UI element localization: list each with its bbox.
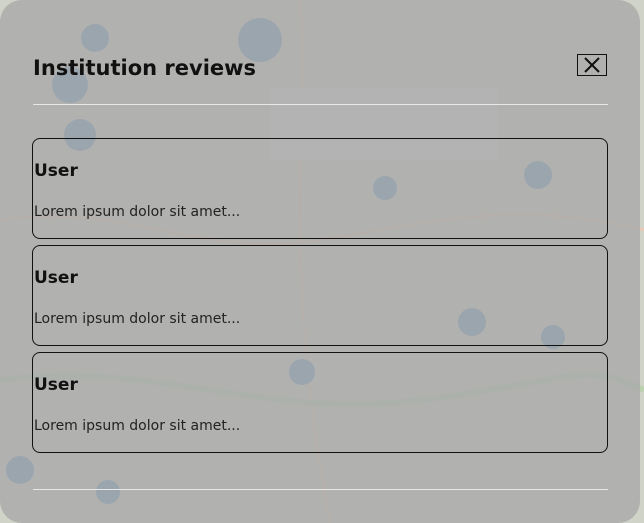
header-divider (33, 104, 608, 105)
close-x-icon (584, 57, 600, 73)
review-card: User Lorem ipsum dolor sit amet... (32, 245, 608, 346)
review-user: User (34, 161, 78, 181)
review-text: Lorem ipsum dolor sit amet... (34, 204, 241, 220)
review-card: User Lorem ipsum dolor sit amet... (32, 138, 608, 239)
review-user: User (34, 375, 78, 395)
close-button[interactable] (577, 54, 607, 76)
reviews-modal: Institution reviews User Lorem ipsum dol… (0, 0, 640, 523)
review-card: User Lorem ipsum dolor sit amet... (32, 352, 608, 453)
review-text: Lorem ipsum dolor sit amet... (34, 418, 241, 434)
review-text: Lorem ipsum dolor sit amet... (34, 311, 241, 327)
footer-divider (33, 489, 608, 490)
reviews-list: User Lorem ipsum dolor sit amet... User … (32, 138, 608, 459)
review-user: User (34, 268, 78, 288)
modal-title: Institution reviews (33, 56, 257, 80)
